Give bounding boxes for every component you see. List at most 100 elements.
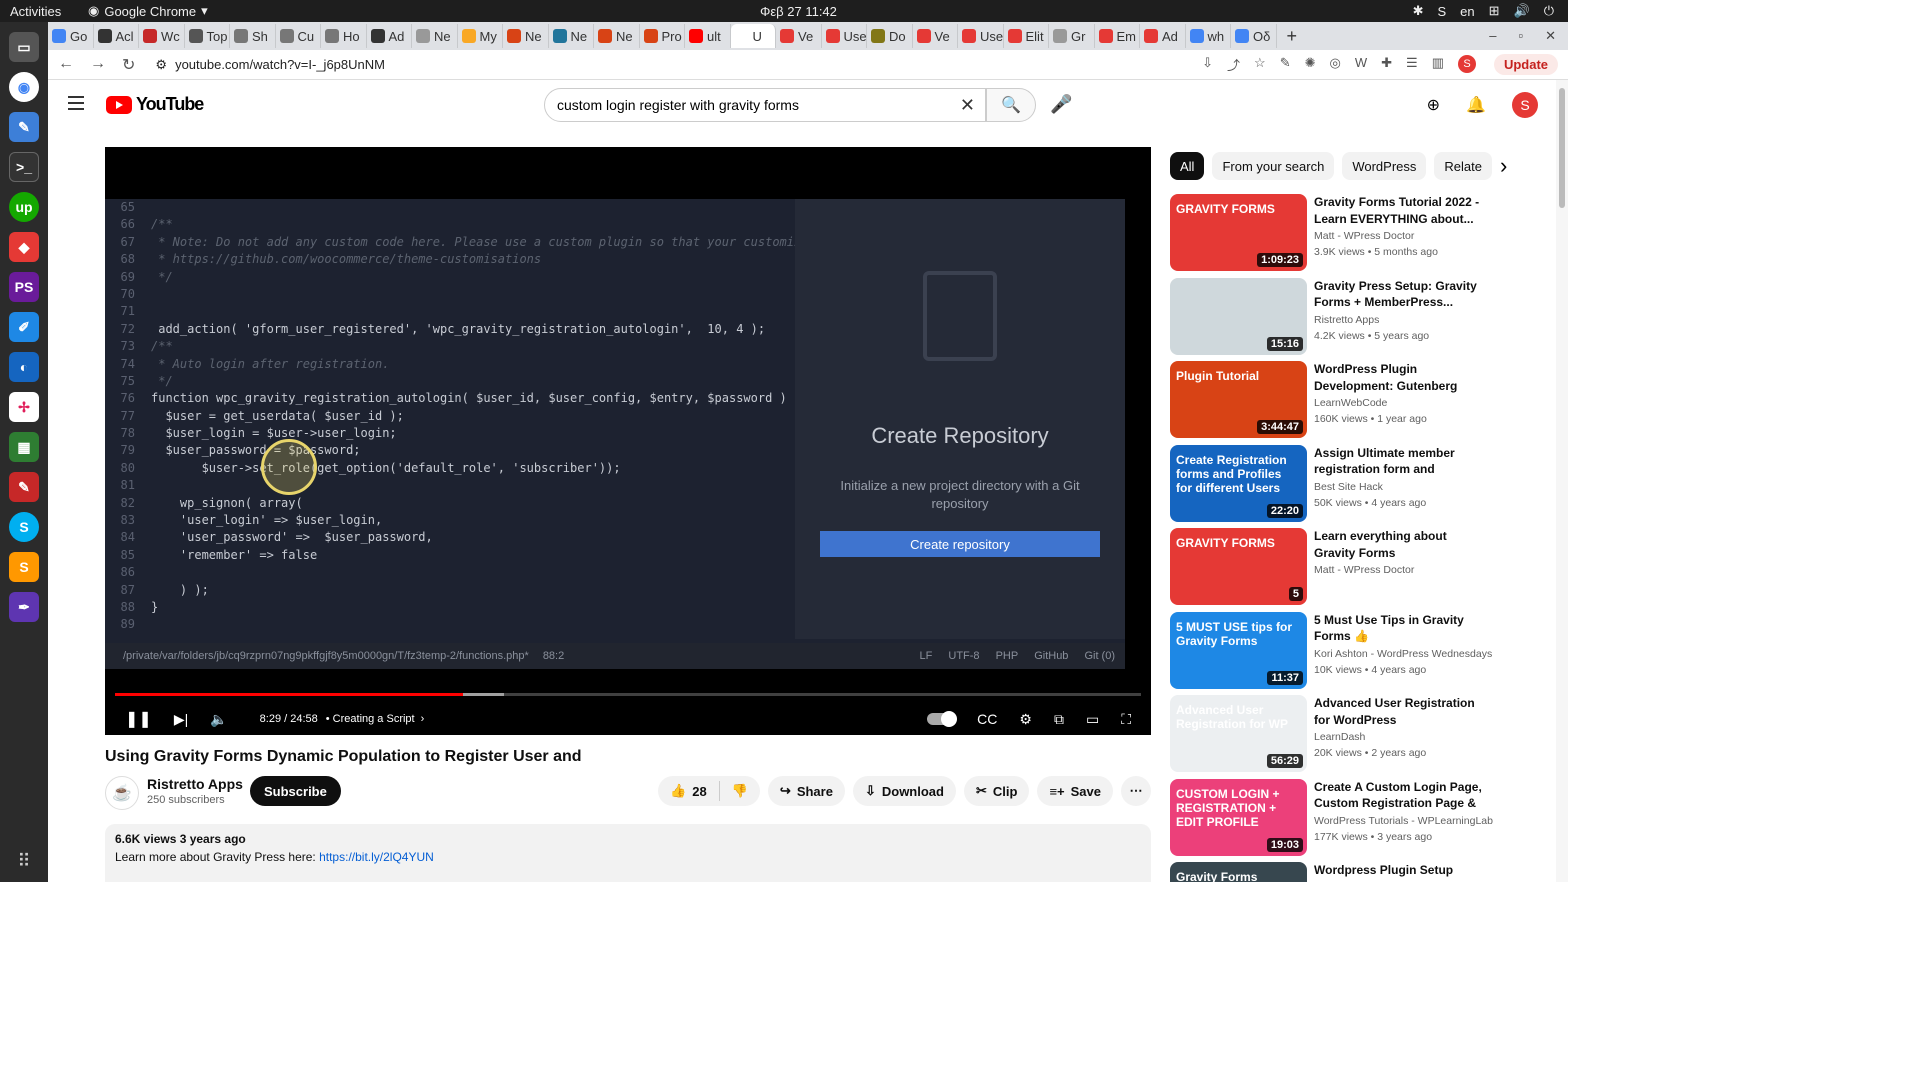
next-icon[interactable]: ▶| — [174, 711, 188, 728]
upwork-icon[interactable]: up — [9, 192, 39, 222]
recommended-title[interactable]: Gravity Press Setup: Gravity Forms + Mem… — [1314, 278, 1490, 311]
reading-list-icon[interactable]: ☰ — [1406, 55, 1418, 74]
recommended-channel[interactable]: Kori Ashton - WordPress Wednesdays — [1314, 648, 1492, 660]
notes-icon[interactable]: ✐ — [9, 312, 39, 342]
recommended-title[interactable]: Learn everything about Gravity Forms — [1314, 528, 1490, 561]
filter-chip[interactable]: Relate — [1434, 152, 1492, 180]
search-box[interactable]: ✕ — [544, 88, 986, 122]
filter-chip[interactable]: From your search — [1212, 152, 1335, 180]
autoplay-toggle[interactable] — [927, 711, 958, 727]
app-menu[interactable]: ◉ Google Chrome ▾ — [88, 3, 208, 19]
browser-tab[interactable]: Ne — [594, 24, 640, 48]
recommended-title[interactable]: Gravity Forms Tutorial 2022 - Learn EVER… — [1314, 194, 1490, 227]
recommended-title[interactable]: Create A Custom Login Page, Custom Regis… — [1314, 779, 1490, 812]
chrome-dock-icon[interactable]: ◉ — [9, 72, 39, 102]
browser-tab[interactable]: Cu — [276, 24, 321, 48]
skype-icon[interactable]: S — [1437, 4, 1446, 19]
files-icon[interactable]: ▭ — [9, 32, 39, 62]
search-input[interactable] — [557, 97, 937, 113]
theater-mode-icon[interactable]: ▭ — [1086, 711, 1099, 728]
channel-name[interactable]: Ristretto Apps — [147, 776, 243, 792]
recommended-channel[interactable]: Matt - WPress Doctor — [1314, 230, 1414, 242]
recommended-channel[interactable]: LearnWebCode — [1314, 397, 1387, 409]
recommended-channel[interactable]: Ristretto Apps — [1314, 314, 1379, 326]
system-tray[interactable]: ✱ S en ⊞ 🔊 ⏻ — [1413, 3, 1554, 19]
browser-tab[interactable]: Gr — [1049, 24, 1095, 48]
download-button[interactable]: ⇩ Download — [852, 776, 956, 806]
anydesk-icon[interactable]: ◆ — [9, 232, 39, 262]
menu-icon[interactable] — [68, 96, 84, 110]
channel-logo-icon[interactable]: ☕ — [105, 776, 139, 810]
video-player[interactable]: 65 66 67 68 69 70 71 72 73 74 75 76 77 78 79 80 81 82 83 84… — [105, 147, 1151, 735]
chapter-title[interactable]: • Creating a Script — [326, 713, 415, 725]
back-icon[interactable]: ← — [58, 55, 74, 75]
site-info-icon[interactable]: ⚙ — [155, 57, 167, 73]
app-grid-icon[interactable]: ⠿ — [17, 851, 30, 872]
skype-dock-icon[interactable]: S — [9, 512, 39, 542]
video-thumbnail[interactable]: GRAVITY FORMS 1:09:23 — [1170, 194, 1307, 271]
sidebar-icon[interactable]: ▥ — [1432, 55, 1444, 74]
browser-tab[interactable]: Οδ — [1231, 24, 1277, 48]
create-video-icon[interactable]: ⊕ — [1427, 95, 1440, 115]
thumbs-down-icon[interactable]: 👎 — [732, 783, 748, 799]
notifications-bell-icon[interactable]: 🔔 — [1466, 95, 1486, 115]
avatar[interactable]: S — [1512, 92, 1538, 118]
recommended-video[interactable]: Gravity Forms Wordpress Plugin Setup Tuto… — [1170, 862, 1490, 882]
sublime-icon[interactable]: S — [9, 552, 39, 582]
description-link[interactable]: https://bit.ly/2lQ4YUN — [319, 850, 434, 864]
recommended-video[interactable]: Create Registration forms and Profiles f… — [1170, 444, 1490, 529]
video-thumbnail[interactable]: 5 MUST USE tips for Gravity Forms 11:37 — [1170, 611, 1307, 689]
clear-search-icon[interactable]: ✕ — [960, 95, 975, 116]
browser-tab[interactable]: Ve — [776, 24, 822, 48]
share-icon[interactable]: ⤴ — [1227, 55, 1240, 74]
extension-gear-icon[interactable]: ✺ — [1305, 55, 1316, 74]
browser-tab[interactable]: Ho — [321, 24, 367, 48]
bookmark-star-icon[interactable]: ☆ — [1254, 55, 1266, 74]
filter-chip[interactable]: All — [1170, 152, 1205, 180]
video-thumbnail[interactable]: Gravity Forms — [1170, 862, 1307, 882]
like-button[interactable]: 👍 28 👎 — [658, 776, 760, 806]
browser-tab[interactable]: ult — [685, 24, 731, 48]
browser-tab[interactable]: Ne — [503, 24, 549, 48]
feather-icon[interactable]: ✒ — [9, 592, 39, 622]
gimp-icon[interactable]: ◐ — [9, 352, 39, 382]
miniplayer-icon[interactable]: ⧉ — [1054, 711, 1064, 728]
video-thumbnail[interactable]: GRAVITY FORMS 5 — [1170, 528, 1307, 605]
forward-icon[interactable]: → — [90, 55, 106, 75]
search-button[interactable]: 🔍 — [986, 88, 1036, 122]
recommended-video[interactable]: Plugin Tutorial 3:44:47 WordPress Plugin D… — [1170, 361, 1490, 445]
save-button[interactable]: ≡+ Save — [1037, 776, 1113, 806]
volume-icon[interactable]: 🔊 — [1514, 3, 1530, 19]
browser-tab[interactable]: Use — [958, 24, 1004, 48]
pdf-icon[interactable]: ✎ — [9, 472, 39, 502]
browser-tab[interactable]: Do — [867, 24, 913, 48]
browser-tab[interactable]: Wc — [139, 24, 185, 48]
recommended-video[interactable]: Advanced User Registration for WP 56:29 Ad… — [1170, 695, 1490, 779]
clock[interactable]: Φεβ 27 11:42 — [760, 4, 837, 19]
microphone-icon[interactable]: 🎤 — [1050, 94, 1072, 115]
close-window-icon[interactable]: ✕ — [1545, 28, 1556, 44]
extension-w-icon[interactable]: W — [1355, 55, 1367, 74]
pause-icon[interactable]: ❚❚ — [125, 709, 152, 729]
browser-tab[interactable]: Pro — [640, 24, 685, 48]
video-thumbnail[interactable]: Advanced User Registration for WP 56:29 — [1170, 695, 1307, 772]
recommended-channel[interactable]: Best Site Hack — [1314, 481, 1383, 493]
recommended-video[interactable]: 5 MUST USE tips for Gravity Forms 11:37 5 … — [1170, 611, 1492, 696]
browser-tab[interactable]: Em — [1095, 24, 1140, 48]
browser-tab[interactable]: Sh — [230, 24, 276, 48]
video-thumbnail[interactable]: CUSTOM LOGIN + REGISTRATION + EDIT PROFI… — [1170, 778, 1307, 856]
clip-button[interactable]: ✂ Clip — [963, 776, 1030, 806]
language-indicator[interactable]: en — [1460, 4, 1474, 19]
recommended-video[interactable]: 15:16 Gravity Press Setup: Gravity Forms … — [1170, 277, 1490, 362]
filter-chip[interactable]: WordPress — [1342, 152, 1427, 180]
subscribe-button[interactable]: Subscribe — [250, 776, 341, 806]
settings-icon[interactable]: ✱ — [1413, 3, 1424, 19]
minimize-icon[interactable]: – — [1489, 28, 1496, 44]
reload-icon[interactable]: ↻ — [122, 55, 135, 75]
browser-tab[interactable]: Use — [822, 24, 867, 48]
recommended-video[interactable]: GRAVITY FORMS 5 Learn everything about Gra… — [1170, 528, 1490, 612]
activities-button[interactable]: Activities — [10, 4, 61, 19]
scrollbar-thumb[interactable] — [1559, 88, 1565, 208]
youtube-logo[interactable]: YouTube — [106, 94, 204, 115]
recommended-title[interactable]: WordPress Plugin Development: Gutenberg … — [1314, 361, 1490, 394]
